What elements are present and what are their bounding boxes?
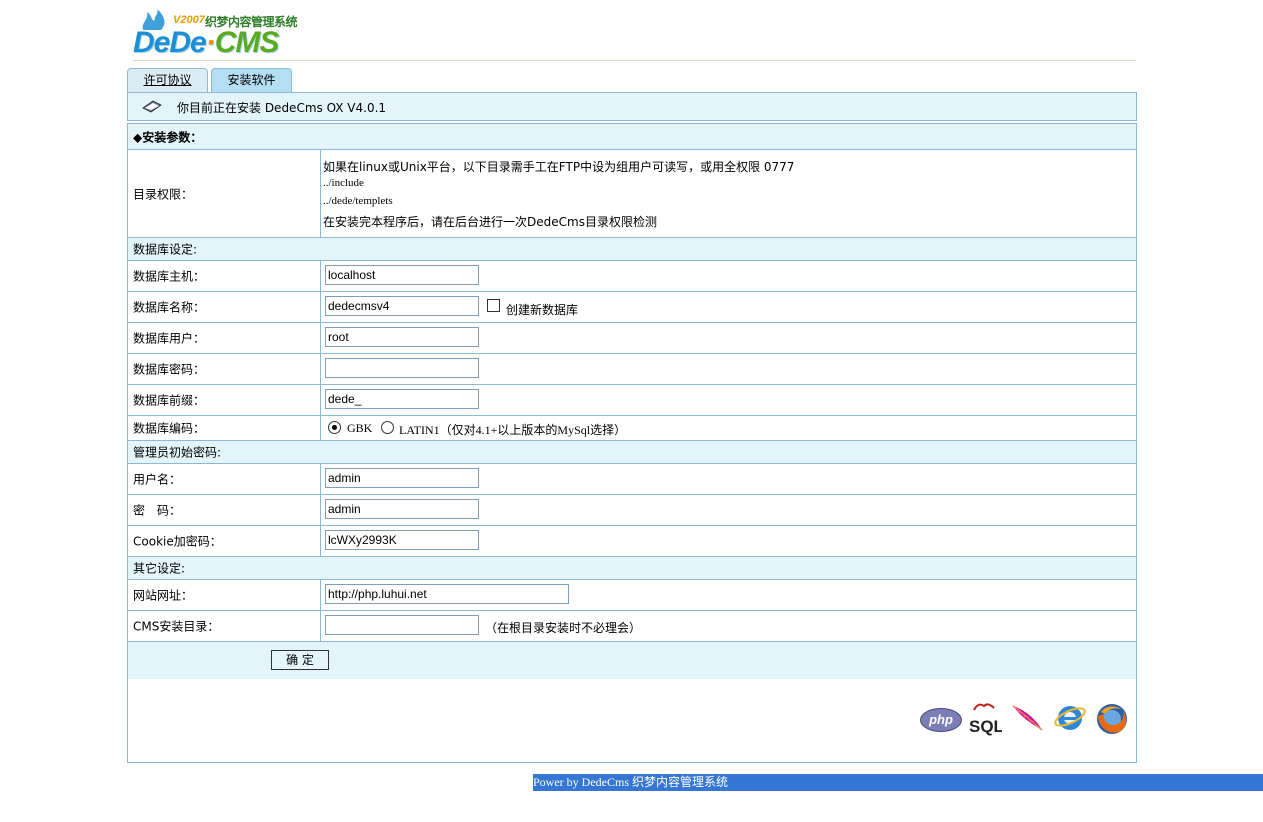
submit-area: 确 定	[128, 642, 1136, 679]
tab-install[interactable]: 安装软件	[211, 68, 292, 92]
label-db-user: 数据库用户：	[133, 331, 206, 346]
row-db-charset: 数据库编码： GBK LATIN1（仅对4.1+以上版本的MySql选择）	[128, 416, 1136, 441]
label-admin-user: 用户名：	[133, 472, 182, 487]
section-install-params: ◆安装参数：	[128, 124, 1136, 150]
php-icon: php	[920, 708, 962, 732]
row-admin-password: 密 码： admin	[128, 495, 1136, 526]
label-cookie-key: Cookie加密码：	[133, 534, 222, 549]
logo-brand: DeDe·CMS	[133, 26, 279, 59]
firefox-icon	[1095, 702, 1129, 736]
dedecms-logo: V2007 织梦内容管理系统 DeDe·CMS	[133, 8, 308, 60]
permissions-check-note: 在安装完本程序后，请在后台进行一次DedeCms目录权限检测	[323, 215, 657, 229]
label-db-name: 数据库名称：	[133, 300, 206, 315]
charset-latin1-radio[interactable]	[381, 421, 394, 434]
row-permissions: 目录权限： 如果在linux或Unix平台，以下目录需手工在FTP中设为组用户可…	[128, 150, 1136, 238]
svg-text:SQL: SQL	[969, 717, 1002, 736]
apache-feather-icon	[1010, 702, 1046, 734]
logo-version: V2007	[173, 14, 205, 26]
row-db-password: 数据库密码：	[128, 354, 1136, 385]
label-db-password: 数据库密码：	[133, 362, 206, 377]
label-site-url: 网站网址：	[133, 588, 194, 603]
section-other: 其它设定:	[128, 557, 1136, 580]
site-url-input[interactable]: http://php.luhui.net	[325, 584, 569, 604]
db-password-input[interactable]	[325, 358, 479, 378]
section-database: 数据库设定:	[128, 238, 1136, 261]
row-admin-user: 用户名： admin	[128, 464, 1136, 495]
cms-dir-input[interactable]	[325, 615, 479, 635]
db-prefix-input[interactable]: dede_	[325, 389, 479, 409]
cookie-key-input[interactable]: lcWXy2993K	[325, 530, 479, 550]
row-cookie-key: Cookie加密码： lcWXy2993K	[128, 526, 1136, 557]
db-name-input[interactable]: dedecmsv4	[325, 296, 479, 316]
confirm-button[interactable]: 确 定	[271, 650, 329, 670]
row-cms-dir: CMS安装目录： （在根目录安装时不必理会）	[128, 611, 1136, 642]
cms-dir-hint: （在根目录安装时不必理会）	[485, 621, 642, 635]
ie-icon	[1053, 701, 1087, 735]
charset-latin1-label: LATIN1（仅对4.1+以上版本的MySql选择）	[399, 423, 627, 437]
charset-gbk-radio[interactable]	[328, 421, 341, 434]
create-db-label: 创建新数据库	[506, 303, 579, 317]
db-host-input[interactable]: localhost	[325, 265, 479, 285]
admin-user-input[interactable]: admin	[325, 468, 479, 488]
permissions-dir-include: ../include	[323, 177, 364, 189]
row-db-user: 数据库用户： root	[128, 323, 1136, 354]
row-db-prefix: 数据库前缀： dede_	[128, 385, 1136, 416]
install-info-bar: 你目前正在安装 DedeCms OX V4.0.1	[127, 92, 1137, 121]
admin-password-input[interactable]: admin	[325, 499, 479, 519]
mysql-icon: SQL	[968, 702, 1004, 736]
footer: Power by DedeCms 织梦内容管理系统	[533, 774, 1263, 791]
label-db-host: 数据库主机：	[133, 269, 206, 284]
row-site-url: 网站网址： http://php.luhui.net	[128, 580, 1136, 611]
book-icon	[142, 100, 162, 113]
label-admin-password: 密 码：	[133, 503, 182, 518]
label-cms-dir: CMS安装目录：	[133, 619, 220, 634]
install-info-text: 你目前正在安装 DedeCms OX V4.0.1	[177, 101, 387, 115]
label-db-prefix: 数据库前缀：	[133, 393, 206, 408]
section-admin: 管理员初始密码:	[128, 441, 1136, 464]
tab-license[interactable]: 许可协议	[127, 68, 208, 92]
install-form: ◆安装参数： 目录权限： 如果在linux或Unix平台，以下目录需手工在FTP…	[127, 123, 1137, 763]
header-divider	[133, 60, 1136, 61]
row-db-name: 数据库名称： dedecmsv4 创建新数据库	[128, 292, 1136, 323]
label-permissions: 目录权限：	[133, 187, 194, 201]
row-db-host: 数据库主机： localhost	[128, 261, 1136, 292]
create-db-checkbox[interactable]	[487, 299, 500, 312]
db-user-input[interactable]: root	[325, 327, 479, 347]
charset-gbk-label: GBK	[347, 421, 373, 435]
permissions-note: 如果在linux或Unix平台，以下目录需手工在FTP中设为组用户可读写，或用全…	[323, 160, 795, 174]
label-db-charset: 数据库编码：	[133, 421, 206, 436]
permissions-dir-templets: ../dede/templets	[323, 195, 393, 207]
